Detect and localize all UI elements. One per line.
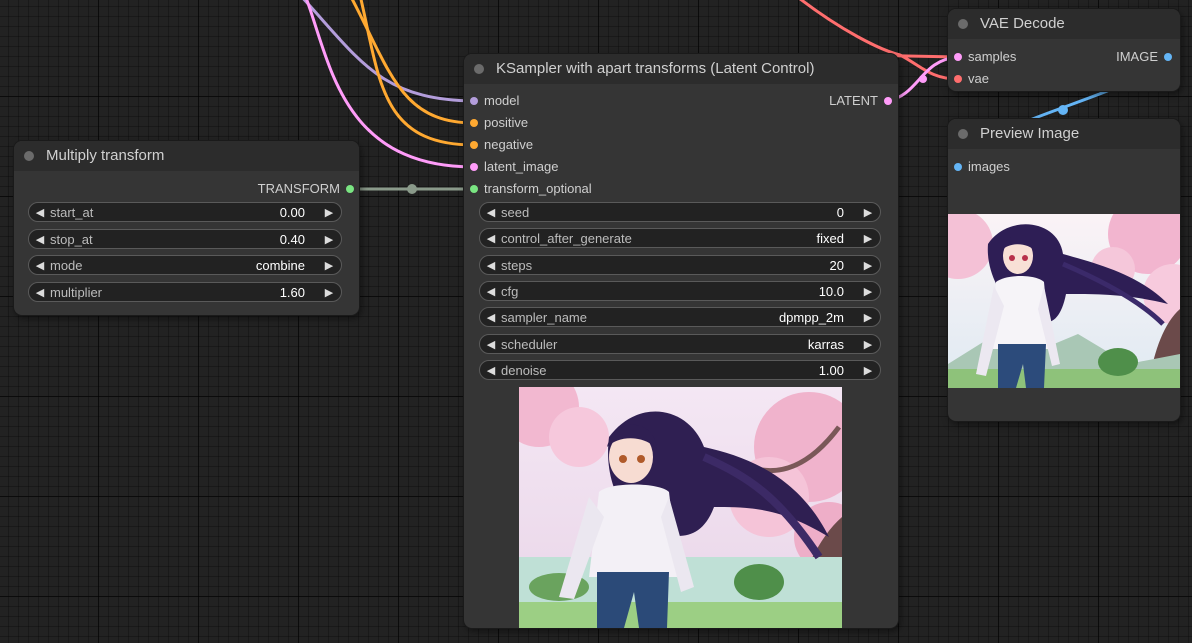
increment-arrow-icon[interactable]: ▶ — [860, 361, 876, 381]
increment-arrow-icon[interactable]: ▶ — [860, 308, 876, 328]
images-input-dot-icon[interactable] — [954, 163, 962, 171]
input-images[interactable]: images — [954, 159, 1010, 175]
preview-image-node[interactable]: Preview Image images — [948, 119, 1180, 421]
widget-scheduler[interactable]: ◀ scheduler karras ▶ — [479, 333, 881, 355]
increment-arrow-icon[interactable]: ▶ — [321, 203, 337, 223]
latent-input-dot-icon[interactable] — [470, 163, 478, 171]
increment-arrow-icon[interactable]: ▶ — [321, 256, 337, 276]
widget-stop-at[interactable]: ◀ stop_at 0.40 ▶ — [28, 228, 342, 250]
decrement-arrow-icon[interactable]: ◀ — [483, 282, 499, 302]
widget-value[interactable]: 0 — [837, 203, 844, 223]
vae-input-dot-icon[interactable] — [954, 75, 962, 83]
decrement-arrow-icon[interactable]: ◀ — [483, 256, 499, 276]
transform-input-dot-icon[interactable] — [470, 185, 478, 193]
negative-input-dot-icon[interactable] — [470, 141, 478, 149]
output-transform[interactable]: TRANSFORM — [234, 181, 354, 197]
widget-seed[interactable]: ◀ seed 0 ▶ — [479, 202, 881, 222]
widget-value[interactable]: fixed — [817, 229, 844, 249]
output-latent[interactable]: LATENT — [792, 93, 892, 109]
widget-value[interactable]: 20 — [830, 256, 844, 276]
decrement-arrow-icon[interactable]: ◀ — [32, 203, 48, 223]
output-preview-image[interactable] — [948, 214, 1180, 388]
model-input-dot-icon[interactable] — [470, 97, 478, 105]
collapse-dot-icon[interactable] — [474, 64, 484, 74]
widget-multiplier[interactable]: ◀ multiplier 1.60 ▶ — [28, 281, 342, 303]
widget-value[interactable]: combine — [256, 256, 305, 276]
widget-steps[interactable]: ◀ steps 20 ▶ — [479, 254, 881, 276]
decrement-arrow-icon[interactable]: ◀ — [483, 229, 499, 249]
input-vae[interactable]: vae — [954, 71, 989, 87]
increment-arrow-icon[interactable]: ▶ — [860, 335, 876, 355]
collapse-dot-icon[interactable] — [958, 19, 968, 29]
ksampler-title[interactable]: KSampler with apart transforms (Latent C… — [464, 54, 898, 84]
increment-arrow-icon[interactable]: ▶ — [321, 283, 337, 303]
widget-value[interactable]: dpmpp_2m — [779, 308, 844, 328]
increment-arrow-icon[interactable]: ▶ — [860, 229, 876, 249]
transform-output-dot-icon[interactable] — [346, 185, 354, 193]
widget-control-after-generate[interactable]: ◀ control_after_generate fixed ▶ — [479, 228, 881, 249]
widget-sampler-name[interactable]: ◀ sampler_name dpmpp_2m ▶ — [479, 307, 881, 328]
widget-label: start_at — [50, 205, 94, 220]
collapse-dot-icon[interactable] — [24, 151, 34, 161]
latent-output-dot-icon[interactable] — [884, 97, 892, 105]
widget-label: denoise — [501, 362, 547, 378]
widget-start-at[interactable]: ◀ start_at 0.00 ▶ — [28, 202, 342, 222]
decrement-arrow-icon[interactable]: ◀ — [32, 283, 48, 303]
positive-input-dot-icon[interactable] — [470, 119, 478, 127]
collapse-dot-icon[interactable] — [958, 129, 968, 139]
widget-cfg[interactable]: ◀ cfg 10.0 ▶ — [479, 280, 881, 302]
decrement-arrow-icon[interactable]: ◀ — [32, 230, 48, 250]
input-samples[interactable]: samples — [954, 49, 1016, 65]
widget-label: seed — [501, 205, 530, 220]
latent-preview-image — [519, 387, 842, 628]
increment-arrow-icon[interactable]: ▶ — [860, 282, 876, 302]
widget-value[interactable]: 0.00 — [280, 203, 305, 223]
widget-label: mode — [50, 258, 83, 273]
increment-arrow-icon[interactable]: ▶ — [860, 203, 876, 223]
widget-denoise[interactable]: ◀ denoise 1.00 ▶ — [479, 359, 881, 381]
vae-decode-title[interactable]: VAE Decode — [948, 9, 1180, 39]
vae-decode-node[interactable]: VAE Decode samples vae IMAGE — [948, 9, 1180, 91]
wire-positive — [350, 0, 475, 125]
widget-value[interactable]: karras — [808, 335, 844, 355]
multiply-transform-title[interactable]: Multiply transform — [14, 141, 359, 171]
node-graph-canvas[interactable]: Multiply transform TRANSFORM ◀ start_at 0.… — [0, 0, 1192, 643]
input-positive[interactable]: positive — [470, 115, 528, 131]
decrement-arrow-icon[interactable]: ◀ — [483, 361, 499, 381]
widget-label: cfg — [501, 283, 519, 299]
input-latent-image[interactable]: latent_image — [470, 159, 558, 175]
widget-value[interactable]: 1.60 — [280, 283, 305, 303]
increment-arrow-icon[interactable]: ▶ — [860, 256, 876, 276]
multiply-transform-node[interactable]: Multiply transform TRANSFORM ◀ start_at 0.… — [14, 141, 359, 315]
wire-model — [302, 0, 475, 103]
decrement-arrow-icon[interactable]: ◀ — [32, 256, 48, 276]
widget-value[interactable]: 0.40 — [280, 230, 305, 250]
widget-label: multiplier — [50, 284, 103, 300]
ksampler-node[interactable]: KSampler with apart transforms (Latent C… — [464, 54, 898, 628]
increment-arrow-icon[interactable]: ▶ — [321, 230, 337, 250]
widget-value[interactable]: 10.0 — [819, 282, 844, 302]
widget-label: scheduler — [501, 336, 558, 352]
decrement-arrow-icon[interactable]: ◀ — [483, 308, 499, 328]
input-model[interactable]: model — [470, 93, 519, 109]
input-negative[interactable]: negative — [470, 137, 533, 153]
samples-input-dot-icon[interactable] — [954, 53, 962, 61]
output-image[interactable]: IMAGE — [1082, 49, 1172, 65]
widget-label: steps — [501, 257, 533, 273]
decrement-arrow-icon[interactable]: ◀ — [483, 335, 499, 355]
widget-label: sampler_name — [501, 310, 587, 326]
image-output-dot-icon[interactable] — [1164, 53, 1172, 61]
widget-mode[interactable]: ◀ mode combine ▶ — [28, 255, 342, 275]
preview-image-title[interactable]: Preview Image — [948, 119, 1180, 149]
decrement-arrow-icon[interactable]: ◀ — [483, 203, 499, 223]
wire-transform-reroute — [407, 184, 417, 194]
widget-label: control_after_generate — [501, 231, 632, 247]
input-transform-optional[interactable]: transform_optional — [470, 181, 592, 197]
widget-value[interactable]: 1.00 — [819, 361, 844, 381]
widget-label: stop_at — [50, 231, 93, 247]
